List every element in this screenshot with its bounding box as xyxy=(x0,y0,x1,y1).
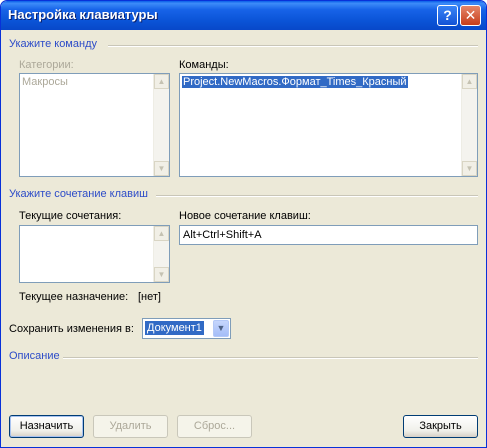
scroll-up-icon[interactable]: ▲ xyxy=(462,74,477,89)
scroll-down-icon[interactable]: ▼ xyxy=(154,161,169,176)
commands-listbox[interactable]: Project.NewMacros.Формат_Times_Красный ▲… xyxy=(179,73,478,177)
scroll-down-icon[interactable]: ▼ xyxy=(154,267,169,282)
current-assignment-value: [нет] xyxy=(138,291,161,303)
commands-scrollbar[interactable]: ▲ ▼ xyxy=(461,74,477,176)
remove-button[interactable]: Удалить xyxy=(93,415,168,438)
help-icon[interactable]: ? xyxy=(437,5,458,26)
categories-label: Категории: xyxy=(19,59,74,71)
save-in-label: Сохранить изменения в: xyxy=(9,323,134,335)
section-title-description: Описание xyxy=(9,350,60,362)
section-title-shortcut: Укажите сочетание клавиш xyxy=(9,188,148,200)
new-shortcut-label: Новое сочетание клавиш: xyxy=(179,210,311,222)
reset-button[interactable]: Сброс... xyxy=(177,415,252,438)
current-keys-scrollbar[interactable]: ▲ ▼ xyxy=(153,226,169,282)
new-shortcut-input[interactable]: Alt+Ctrl+Shift+A xyxy=(179,225,478,245)
categories-listbox[interactable]: Макросы ▲ ▼ xyxy=(19,73,170,177)
categories-scrollbar[interactable]: ▲ ▼ xyxy=(153,74,169,176)
chevron-down-icon[interactable]: ▼ xyxy=(213,320,229,337)
current-keys-listbox[interactable]: ▲ ▼ xyxy=(19,225,170,283)
window-title: Настройка клавиатуры xyxy=(8,7,158,22)
section-title-command: Укажите команду xyxy=(9,38,97,50)
section-divider xyxy=(63,357,478,359)
scroll-up-icon[interactable]: ▲ xyxy=(154,74,169,89)
save-in-dropdown[interactable]: Документ1 ▼ xyxy=(142,318,231,339)
close-icon[interactable]: ✕ xyxy=(460,5,481,26)
keyboard-customize-dialog: Настройка клавиатуры ? ✕ Укажите команду… xyxy=(0,0,487,448)
assign-button[interactable]: Назначить xyxy=(9,415,84,438)
scroll-up-icon[interactable]: ▲ xyxy=(154,226,169,241)
close-button[interactable]: Закрыть xyxy=(403,415,478,438)
scroll-down-icon[interactable]: ▼ xyxy=(462,161,477,176)
section-divider xyxy=(156,195,478,197)
section-divider xyxy=(108,45,478,47)
current-assignment-label: Текущее назначение: xyxy=(19,291,129,303)
title-bar[interactable]: Настройка клавиатуры ? ✕ xyxy=(1,1,486,30)
commands-label: Команды: xyxy=(179,59,229,71)
list-item[interactable]: Project.NewMacros.Формат_Times_Красный xyxy=(182,76,408,88)
save-in-value: Документ1 xyxy=(145,321,204,335)
current-keys-label: Текущие сочетания: xyxy=(19,210,122,222)
list-item[interactable]: Макросы xyxy=(22,76,68,88)
